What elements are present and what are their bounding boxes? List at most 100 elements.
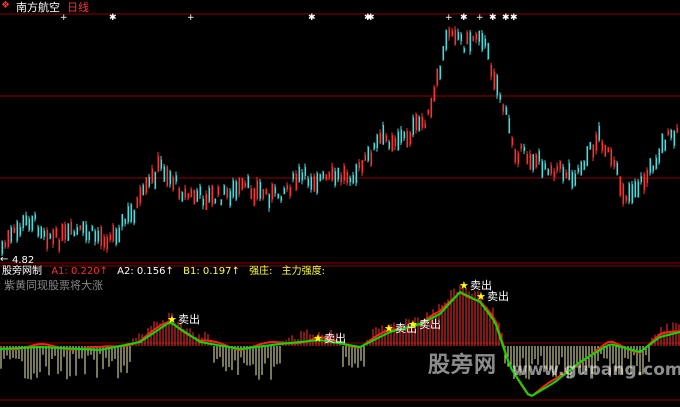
candlestick-body bbox=[397, 131, 400, 151]
candlestick-body bbox=[463, 48, 466, 53]
candlestick-body bbox=[454, 29, 457, 45]
candlestick-body bbox=[382, 125, 385, 145]
candlestick-body bbox=[616, 163, 619, 175]
candlestick-body bbox=[139, 186, 142, 203]
candlestick-body bbox=[589, 142, 592, 150]
candlestick-body bbox=[373, 143, 376, 150]
candlestick-body bbox=[217, 186, 220, 195]
candlestick-body bbox=[202, 198, 205, 206]
candlestick-body bbox=[535, 154, 538, 168]
candlestick-body bbox=[85, 224, 88, 241]
candlestick-body bbox=[103, 236, 106, 248]
period-label[interactable]: 日线 bbox=[67, 2, 89, 13]
candlestick-body bbox=[550, 165, 553, 174]
indicator-hint: 紫黄同现股票将大涨 bbox=[4, 279, 103, 292]
low-price-arrow-icon: ← bbox=[0, 254, 9, 265]
candlestick-body bbox=[655, 157, 658, 169]
candlestick-body bbox=[58, 239, 61, 252]
candlestick-body bbox=[583, 161, 586, 170]
candlestick-body bbox=[16, 221, 19, 241]
candlestick-body bbox=[385, 135, 388, 142]
candlestick-body bbox=[130, 204, 133, 222]
candlestick-body bbox=[187, 193, 190, 199]
event-marker: ✱ bbox=[367, 13, 375, 23]
candlestick-body bbox=[310, 176, 313, 190]
candlestick-body bbox=[37, 226, 40, 237]
sell-star-icon: ★ bbox=[384, 322, 394, 335]
candlestick-body bbox=[136, 197, 139, 209]
candlestick-body bbox=[592, 144, 595, 158]
candlestick-body bbox=[472, 36, 475, 41]
event-marker: ✱ bbox=[489, 13, 497, 23]
candlestick-body bbox=[481, 33, 484, 51]
indicator-legend: 股旁网制 A1: 0.220↑ A2: 0.156↑ B1: 0.197↑ 强庄… bbox=[2, 267, 331, 277]
candlestick-body bbox=[598, 125, 601, 141]
candlestick-body bbox=[25, 215, 28, 225]
candlestick-body bbox=[322, 171, 325, 179]
candlestick-body bbox=[391, 135, 394, 152]
candlestick-body bbox=[64, 224, 67, 240]
candlestick-body bbox=[664, 139, 667, 151]
candlestick-body bbox=[418, 117, 421, 132]
event-marker: ✱ bbox=[502, 13, 510, 23]
candlestick-body bbox=[325, 174, 328, 181]
candlestick-body bbox=[70, 221, 73, 235]
candlestick-body bbox=[298, 166, 301, 182]
candlestick-body bbox=[46, 230, 49, 249]
candlestick-body bbox=[640, 176, 643, 183]
candlestick-body bbox=[61, 224, 64, 241]
candlestick-body bbox=[280, 196, 283, 201]
candlestick-body bbox=[484, 38, 487, 47]
sell-signal-label: 卖出 bbox=[419, 317, 441, 331]
candlestick-body bbox=[115, 228, 118, 245]
candlestick-body bbox=[181, 192, 184, 202]
candlestick-body bbox=[118, 227, 121, 243]
sell-star-icon: ★ bbox=[313, 332, 323, 345]
candlestick-body bbox=[448, 28, 451, 37]
candlestick-body bbox=[100, 226, 103, 246]
candlestick-body bbox=[607, 147, 610, 153]
candlestick-body bbox=[433, 87, 436, 102]
candlestick-body bbox=[127, 206, 130, 223]
candlestick-body bbox=[247, 176, 250, 189]
candlestick-body bbox=[295, 173, 298, 191]
indicator-name[interactable]: 股旁网制 bbox=[2, 266, 42, 277]
candlestick-body bbox=[163, 166, 166, 182]
event-marker: + bbox=[445, 13, 453, 23]
candlestick-body bbox=[331, 166, 334, 181]
candlestick-body bbox=[505, 107, 508, 115]
candlestick-body bbox=[559, 161, 562, 169]
candlestick-body bbox=[1, 241, 4, 255]
candlestick-body bbox=[265, 189, 268, 195]
event-marker: ✱ bbox=[460, 13, 468, 23]
candlestick-body bbox=[628, 183, 631, 202]
candlestick-body bbox=[157, 155, 160, 172]
candlestick-body bbox=[565, 172, 568, 179]
candlestick-body bbox=[175, 175, 178, 182]
candlestick-body bbox=[595, 134, 598, 151]
candlestick-body bbox=[667, 130, 670, 135]
candlestick-body bbox=[208, 187, 211, 202]
candlestick-body bbox=[415, 114, 418, 131]
candlestick-body bbox=[652, 165, 655, 172]
candlestick-body bbox=[514, 149, 517, 163]
indicator-a1-value: A1: 0.220↑ bbox=[51, 266, 108, 277]
price-chart-canvas[interactable]: + ✱ + ✱ ✱✱ + ✱ + ✱ ✱ ✱★ 卖出★ 卖出★ 卖出★ 卖出★ 卖出★ 卖出 bbox=[0, 0, 680, 407]
candlestick-body bbox=[442, 46, 445, 61]
candlestick-body bbox=[169, 171, 172, 185]
candlestick-body bbox=[502, 104, 505, 112]
candlestick-body bbox=[148, 176, 151, 187]
candlestick-body bbox=[649, 158, 652, 173]
candlestick-body bbox=[88, 231, 91, 240]
candlestick-body bbox=[532, 154, 535, 171]
candlestick-body bbox=[445, 30, 448, 50]
candlestick-body bbox=[211, 185, 214, 205]
candlestick-body bbox=[556, 166, 559, 171]
candlestick-body bbox=[661, 134, 664, 153]
candlestick-body bbox=[28, 218, 31, 231]
candlestick-body bbox=[109, 234, 112, 240]
candlestick-body bbox=[634, 181, 637, 198]
candlestick-body bbox=[379, 132, 382, 144]
candlestick-body bbox=[469, 32, 472, 52]
candlestick-body bbox=[340, 174, 343, 183]
